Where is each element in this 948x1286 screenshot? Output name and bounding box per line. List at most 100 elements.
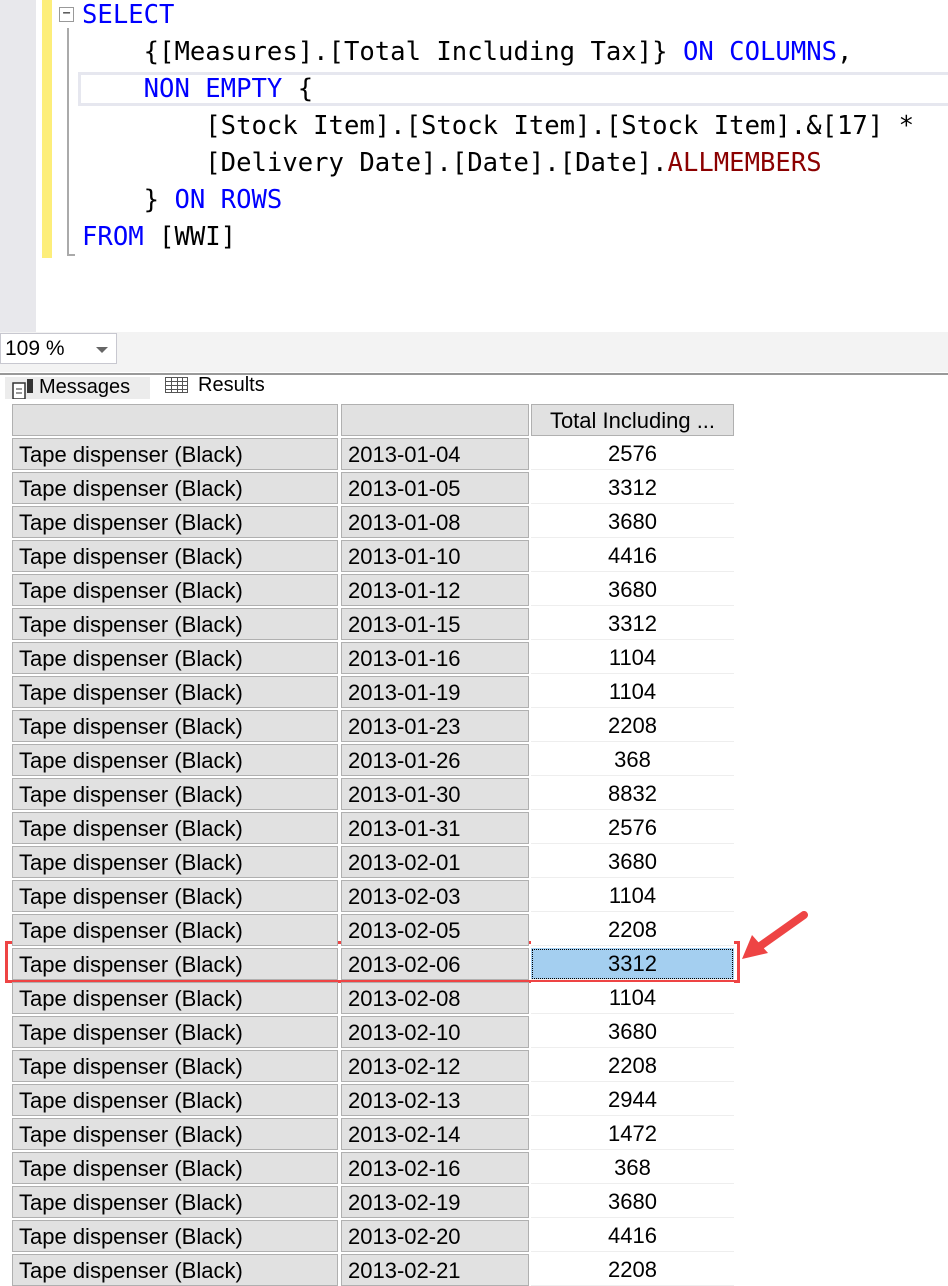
row-header-date[interactable]: 2013-01-23 [341,710,529,742]
row-header-stock-item[interactable]: Tape dispenser (Black) [12,914,338,946]
code-line: FROM [WWI] [82,219,236,256]
row-header-stock-item[interactable]: Tape dispenser (Black) [12,1050,338,1082]
row-header-date[interactable]: 2013-02-10 [341,1016,529,1048]
row-header-stock-item[interactable]: Tape dispenser (Black) [12,1084,338,1116]
value-cell[interactable]: 2944 [531,1084,734,1116]
row-header-date[interactable]: 2013-02-01 [341,846,529,878]
row-header-date[interactable]: 2013-01-10 [341,540,529,572]
value-cell[interactable]: 2208 [531,1050,734,1082]
row-header-date[interactable]: 2013-01-30 [341,778,529,810]
messages-icon [12,379,33,399]
zoom-select[interactable]: 109 % [0,333,117,364]
value-cell[interactable]: 3680 [531,506,734,538]
row-header-stock-item[interactable]: Tape dispenser (Black) [12,744,338,776]
value-cell[interactable]: 8832 [531,778,734,810]
row-header-stock-item[interactable]: Tape dispenser (Black) [12,608,338,640]
row-header-date[interactable]: 2013-02-03 [341,880,529,912]
value-cell[interactable]: 1104 [531,642,734,674]
row-header-date[interactable]: 2013-02-16 [341,1152,529,1184]
tab-results[interactable]: Results [162,375,279,397]
row-header-stock-item[interactable]: Tape dispenser (Black) [12,846,338,878]
code-token: [WWI] [143,222,237,252]
row-header-date[interactable]: 2013-02-08 [341,982,529,1014]
column-header[interactable] [341,404,529,436]
grid-icon [165,377,188,393]
row-header-stock-item[interactable]: Tape dispenser (Black) [12,540,338,572]
row-header-date[interactable]: 2013-02-12 [341,1050,529,1082]
value-cell[interactable]: 2576 [531,812,734,844]
value-cell[interactable]: 2208 [531,914,734,946]
row-header-date[interactable]: 2013-01-12 [341,574,529,606]
code-line: } ON ROWS [82,182,283,219]
row-header-date[interactable]: 2013-02-19 [341,1186,529,1218]
query-editor[interactable]: − SELECT {[Measures].[Total Including Ta… [0,0,948,332]
row-header-stock-item[interactable]: Tape dispenser (Black) [12,574,338,606]
column-header[interactable] [12,404,338,436]
value-cell[interactable]: 4416 [531,1220,734,1252]
row-header-date[interactable]: 2013-02-06 [341,948,529,980]
code-token: [Stock Item].[Stock Item].[Stock Item].&… [82,111,915,141]
code-line: [Delivery Date].[Date].[Date].ALLMEMBERS [82,145,822,182]
row-header-date[interactable]: 2013-01-15 [341,608,529,640]
row-header-date[interactable]: 2013-01-05 [341,472,529,504]
row-header-stock-item[interactable]: Tape dispenser (Black) [12,948,338,980]
value-cell[interactable]: 2208 [531,710,734,742]
row-header-stock-item[interactable]: Tape dispenser (Black) [12,710,338,742]
value-cell[interactable]: 2208 [531,1254,734,1286]
row-header-date[interactable]: 2013-01-04 [341,438,529,470]
row-header-stock-item[interactable]: Tape dispenser (Black) [12,1186,338,1218]
row-header-stock-item[interactable]: Tape dispenser (Black) [12,1254,338,1286]
code-token: ALLMEMBERS [667,148,822,178]
chevron-down-icon [96,347,108,359]
column-header[interactable]: Total Including ... [531,404,734,436]
value-cell[interactable]: 368 [531,1152,734,1184]
row-header-stock-item[interactable]: Tape dispenser (Black) [12,982,338,1014]
value-cell[interactable]: 3680 [531,1016,734,1048]
value-cell[interactable]: 2576 [531,438,734,470]
row-header-stock-item[interactable]: Tape dispenser (Black) [12,1118,338,1150]
row-header-date[interactable]: 2013-01-08 [341,506,529,538]
value-cell[interactable]: 1104 [531,880,734,912]
row-header-stock-item[interactable]: Tape dispenser (Black) [12,676,338,708]
row-header-stock-item[interactable]: Tape dispenser (Black) [12,1152,338,1184]
value-cell[interactable]: 1104 [531,676,734,708]
row-header-date[interactable]: 2013-01-31 [341,812,529,844]
value-cell[interactable]: 1104 [531,982,734,1014]
code-token: FROM [82,222,144,252]
value-cell[interactable]: 4416 [531,540,734,572]
value-cell[interactable]: 3680 [531,1186,734,1218]
arrow-annotation [742,911,808,959]
row-header-stock-item[interactable]: Tape dispenser (Black) [12,778,338,810]
row-header-date[interactable]: 2013-02-21 [341,1254,529,1286]
tab-messages[interactable]: Messages [5,377,150,399]
code-token: SELECT [82,0,175,30]
code-token: ON ROWS [174,185,283,215]
code-token: , [837,37,853,67]
row-header-stock-item[interactable]: Tape dispenser (Black) [12,642,338,674]
code-line: [Stock Item].[Stock Item].[Stock Item].&… [82,108,914,145]
row-header-date[interactable]: 2013-02-14 [341,1118,529,1150]
row-header-date[interactable]: 2013-01-26 [341,744,529,776]
value-cell[interactable]: 3312 [531,608,734,640]
row-header-date[interactable]: 2013-01-19 [341,676,529,708]
row-header-stock-item[interactable]: Tape dispenser (Black) [12,880,338,912]
row-header-stock-item[interactable]: Tape dispenser (Black) [12,1220,338,1252]
value-cell[interactable]: 3312 [531,948,734,980]
row-header-stock-item[interactable]: Tape dispenser (Black) [12,472,338,504]
row-header-date[interactable]: 2013-01-16 [341,642,529,674]
tab-results-label: Results [198,375,265,396]
collapse-icon[interactable]: − [59,7,74,22]
row-header-date[interactable]: 2013-02-05 [341,914,529,946]
value-cell[interactable]: 368 [531,744,734,776]
value-cell[interactable]: 3680 [531,846,734,878]
value-cell[interactable]: 3312 [531,472,734,504]
row-header-stock-item[interactable]: Tape dispenser (Black) [12,1016,338,1048]
row-header-stock-item[interactable]: Tape dispenser (Black) [12,506,338,538]
change-indicator-bar [42,0,52,258]
row-header-date[interactable]: 2013-02-13 [341,1084,529,1116]
value-cell[interactable]: 1472 [531,1118,734,1150]
value-cell[interactable]: 3680 [531,574,734,606]
row-header-stock-item[interactable]: Tape dispenser (Black) [12,812,338,844]
row-header-stock-item[interactable]: Tape dispenser (Black) [12,438,338,470]
row-header-date[interactable]: 2013-02-20 [341,1220,529,1252]
